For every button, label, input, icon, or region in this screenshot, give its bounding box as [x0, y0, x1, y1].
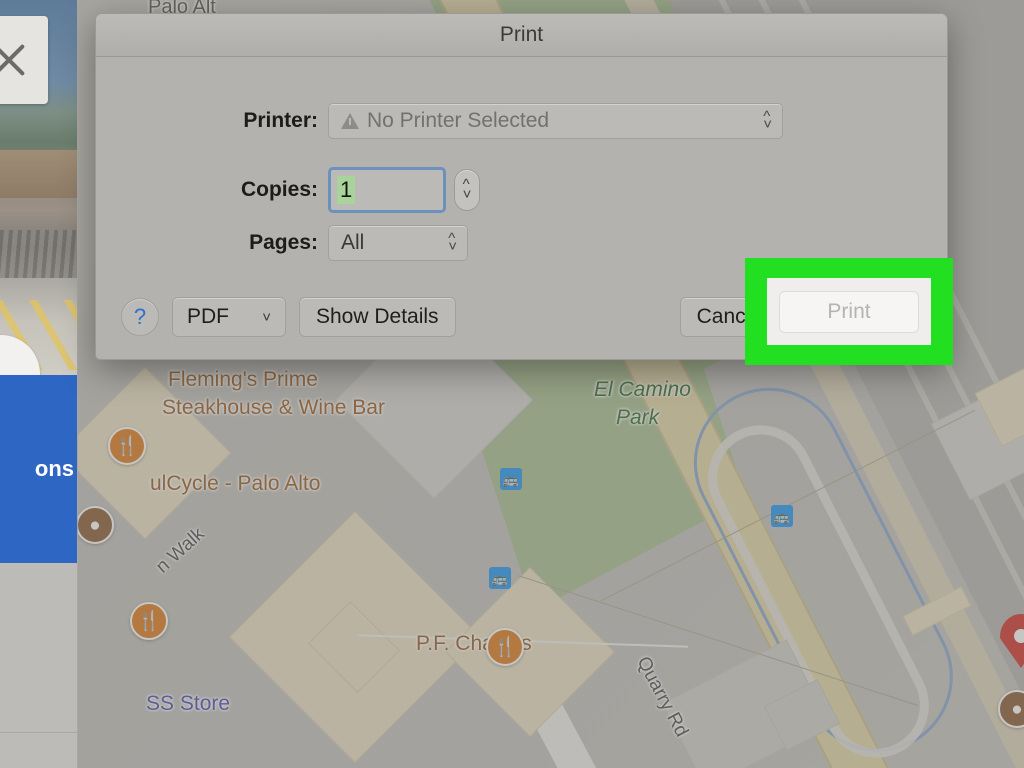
pages-label: Pages: [249, 231, 318, 254]
printer-row: Printer: No Printer Selected ^ ˅ [218, 103, 783, 139]
dialog-title: Print [499, 23, 544, 46]
restaurant-icon[interactable]: 🍴 [108, 427, 146, 465]
warning-triangle-icon [341, 113, 359, 129]
copies-row: Copies: 1 ^ ˅ [218, 167, 480, 213]
copies-control[interactable]: 1 ^ ˅ [328, 167, 480, 213]
pages-value: All [341, 231, 365, 254]
photo-building [0, 150, 77, 198]
dialog-titlebar: Print [96, 14, 947, 57]
help-button[interactable]: ? [121, 298, 159, 336]
printer-value: No Printer Selected [367, 109, 550, 132]
show-details-button[interactable]: Show Details [299, 297, 456, 337]
screen: Fleming's Prime Steakhouse & Wine Bar ul… [0, 0, 1024, 768]
pages-select[interactable]: All ^ ˅ [328, 225, 468, 261]
place-details-panel[interactable]: ons [0, 0, 78, 768]
chevron-updown-icon: ^ ˅ [448, 229, 457, 255]
restaurant-icon[interactable]: 🍴 [486, 628, 524, 666]
pdf-menu-button[interactable]: PDF ˅ [172, 297, 286, 337]
close-panel-button[interactable] [0, 16, 48, 104]
pages-row: Pages: All ^ ˅ [218, 225, 468, 261]
highlight-annotation: Print [745, 258, 953, 365]
highlighted-print-button[interactable]: Print [779, 290, 919, 333]
bus-stop-icon[interactable]: 🚌 [489, 567, 511, 589]
copies-value: 1 [337, 176, 356, 204]
close-x-icon [0, 44, 25, 76]
highlight-inner-panel: Print [767, 278, 931, 345]
restaurant-icon[interactable]: 🍴 [130, 602, 168, 640]
dialog-secondary-actions: ? PDF ˅ Show Details [121, 297, 456, 337]
directions-label: ons [34, 456, 74, 481]
copies-input[interactable]: 1 [328, 167, 446, 213]
printer-select[interactable]: No Printer Selected ^ ˅ [328, 103, 783, 139]
copies-label: Copies: [240, 178, 318, 201]
bus-stop-icon[interactable]: 🚌 [771, 505, 793, 527]
photo-railtrack [0, 230, 77, 278]
bus-stop-icon[interactable]: 🚌 [500, 468, 522, 490]
chevron-updown-icon: ^ ˅ [763, 107, 772, 133]
chevron-down-icon: ˅ [262, 308, 271, 326]
copies-stepper[interactable]: ^ ˅ [454, 169, 480, 211]
directions-button[interactable]: ons [0, 375, 77, 563]
place-footer-section [0, 734, 77, 768]
pdf-label: PDF [187, 305, 229, 328]
place-info-section [0, 563, 77, 733]
printer-label: Printer: [243, 109, 318, 132]
